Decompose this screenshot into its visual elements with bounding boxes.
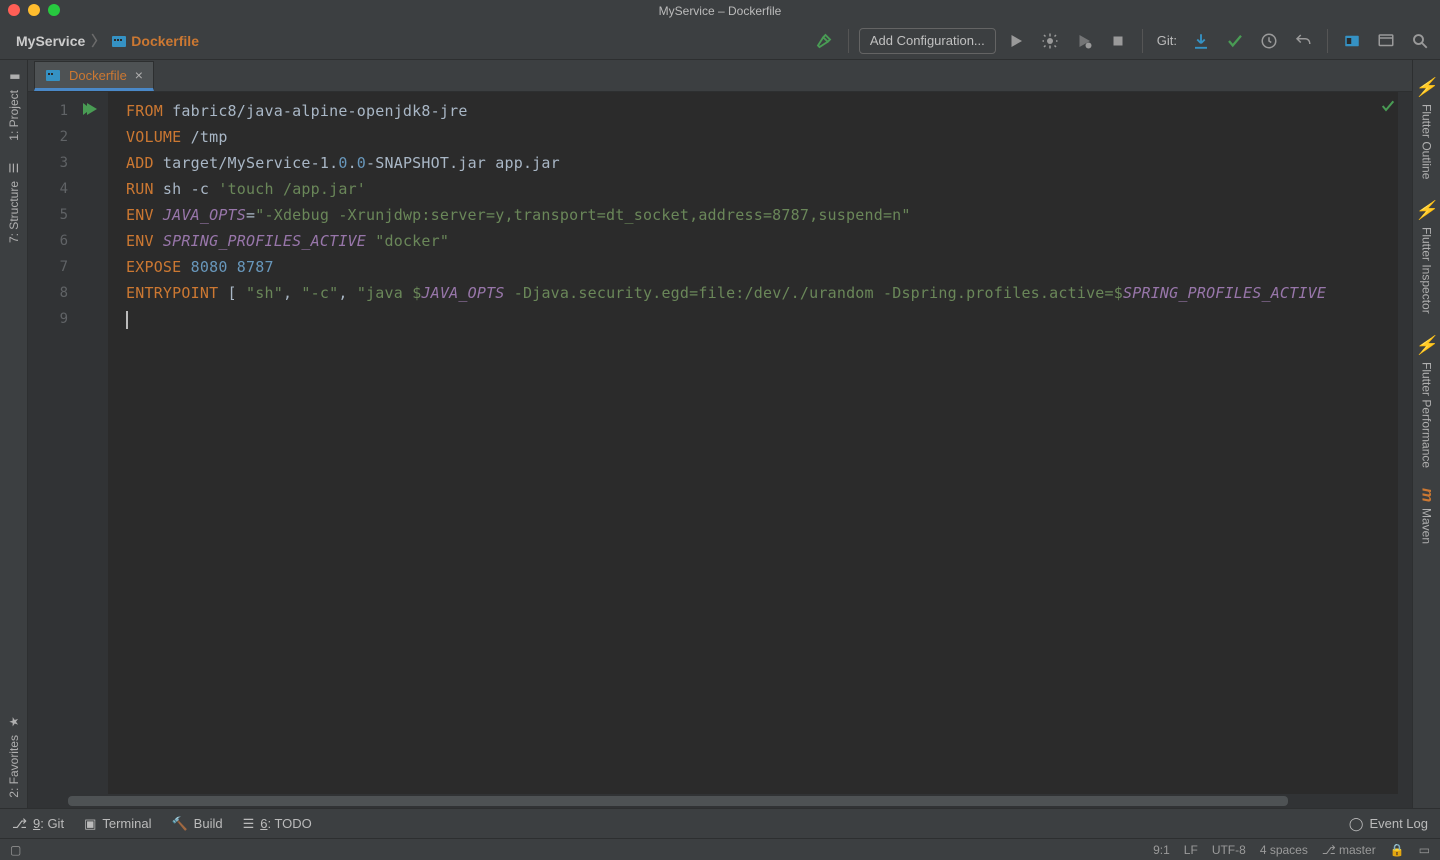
file-encoding[interactable]: UTF-8 [1212, 843, 1246, 857]
git-rollback-icon[interactable] [1289, 27, 1317, 55]
maven-button[interactable]: mMaven [1418, 478, 1436, 554]
line-separator[interactable]: LF [1184, 843, 1198, 857]
stop-icon[interactable] [1104, 27, 1132, 55]
maven-icon: m [1418, 488, 1436, 502]
code-editor[interactable]: 123456789 FROM fabric8/java-alpine-openj… [28, 92, 1412, 794]
run-with-coverage-icon[interactable] [1070, 27, 1098, 55]
hammer-build-icon[interactable] [810, 27, 838, 55]
memory-indicator-icon[interactable]: ▭ [1419, 843, 1430, 857]
editor-tab-label: Dockerfile [69, 68, 127, 83]
editor-tab-dockerfile[interactable]: Dockerfile × [34, 61, 154, 91]
git-tool-button[interactable]: ⎇ 9: Git [12, 816, 64, 832]
git-branch[interactable]: ⎇ master [1322, 843, 1376, 857]
search-everywhere-icon[interactable] [1406, 27, 1434, 55]
terminal-tool-button[interactable]: ▣ Terminal [84, 816, 151, 832]
editor-tabs-row: Dockerfile × [28, 60, 1412, 92]
build-tool-button[interactable]: 🔨 Build [171, 816, 222, 832]
folder-icon: ▮ [7, 70, 21, 84]
dockerfile-icon [45, 67, 61, 83]
list-icon: ☰ [243, 816, 255, 832]
cursor-position[interactable]: 9:1 [1153, 843, 1170, 857]
flutter-icon: ⚡ [1416, 334, 1438, 356]
git-label: Git: [1157, 33, 1177, 48]
speech-bubble-icon: ◯ [1349, 816, 1364, 832]
window-minimize-button[interactable] [28, 4, 40, 16]
todo-tool-button[interactable]: ☰ 6: TODO [243, 816, 312, 832]
run-icon[interactable] [1002, 27, 1030, 55]
terminal-icon: ▣ [84, 816, 96, 832]
close-tab-icon[interactable]: × [135, 67, 143, 83]
structure-icon: ☰ [7, 161, 21, 175]
horizontal-scrollbar[interactable] [28, 794, 1412, 808]
status-bar: ▢ 9:1 LF UTF-8 4 spaces ⎇ master 🔒 ▭ [0, 838, 1440, 860]
window-close-button[interactable] [8, 4, 20, 16]
left-tool-stripe: 1: Project ▮ 7: Structure ☰ 2: Favorites… [0, 60, 28, 808]
line-number-gutter: 123456789 [28, 92, 76, 794]
debug-icon[interactable] [1036, 27, 1064, 55]
flutter-performance-button[interactable]: ⚡Flutter Performance [1416, 324, 1438, 478]
hammer-icon: 🔨 [171, 816, 187, 832]
run-line-marker-icon[interactable] [82, 100, 98, 126]
run-configuration-dropdown[interactable]: Add Configuration... [859, 28, 996, 54]
project-tool-button[interactable]: 1: Project ▮ [7, 60, 21, 151]
flutter-icon: ⚡ [1416, 199, 1438, 221]
flutter-outline-button[interactable]: ⚡Flutter Outline [1416, 66, 1438, 189]
git-history-icon[interactable] [1255, 27, 1283, 55]
right-tool-stripe: ⚡Flutter Outline ⚡Flutter Inspector ⚡Flu… [1412, 60, 1440, 808]
bottom-tool-stripe: ⎇ 9: Git ▣ Terminal 🔨 Build ☰ 6: TODO ◯ … [0, 808, 1440, 838]
breadcrumb-file[interactable]: Dockerfile [131, 33, 199, 49]
window-zoom-button[interactable] [48, 4, 60, 16]
lock-icon[interactable]: 🔒 [1390, 843, 1405, 857]
dockerfile-icon [111, 33, 127, 49]
star-icon: ★ [7, 715, 21, 729]
git-pull-icon[interactable] [1187, 27, 1215, 55]
window-titlebar: MyService – Dockerfile [0, 0, 1440, 22]
flutter-icon: ⚡ [1416, 76, 1438, 98]
editor-overview-ruler[interactable] [1398, 92, 1412, 794]
indent-label[interactable]: 4 spaces [1260, 843, 1308, 857]
code-content[interactable]: FROM fabric8/java-alpine-openjdk8-jreVOL… [108, 92, 1398, 794]
breadcrumb-project[interactable]: MyService [16, 33, 85, 49]
toggle-tool-windows-icon[interactable]: ▢ [10, 843, 21, 857]
favorites-tool-button[interactable]: 2: Favorites ★ [7, 705, 21, 808]
git-commit-icon[interactable] [1221, 27, 1249, 55]
structure-tool-button[interactable]: 7: Structure ☰ [7, 151, 21, 253]
ide-settings-icon[interactable] [1372, 27, 1400, 55]
breadcrumb[interactable]: MyService 〉 Dockerfile [6, 31, 209, 51]
flutter-inspector-button[interactable]: ⚡Flutter Inspector [1416, 189, 1438, 324]
branch-icon: ⎇ [12, 816, 27, 832]
text-cursor [126, 311, 128, 329]
scrollbar-thumb[interactable] [68, 796, 1288, 806]
chevron-right-icon: 〉 [89, 31, 107, 51]
navigation-bar: MyService 〉 Dockerfile Add Configuration… [0, 22, 1440, 60]
inspection-ok-icon[interactable] [1380, 98, 1396, 117]
run-config-label: Add Configuration... [870, 33, 985, 48]
run-gutter [76, 92, 108, 794]
project-structure-icon[interactable] [1338, 27, 1366, 55]
event-log-button[interactable]: ◯ Event Log [1349, 816, 1428, 832]
window-title: MyService – Dockerfile [659, 4, 782, 18]
